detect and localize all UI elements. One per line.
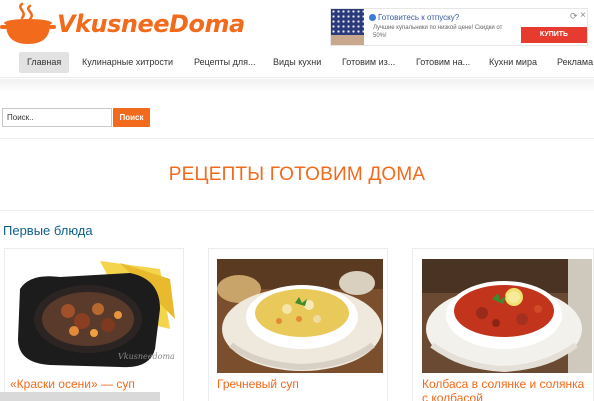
divider [0, 210, 594, 211]
nav-item-cooking-tips[interactable]: Кулинарные хитрости [82, 52, 173, 73]
ad-buy-button[interactable]: КУПИТЬ [521, 27, 587, 43]
svg-text:Vkusneedoma: Vkusneedoma [118, 352, 175, 361]
site-header: VkusneeDoma Готовитесь к отпуску? Лучшие… [0, 0, 594, 48]
site-logo[interactable]: VkusneeDoma [0, 0, 245, 48]
ad-title[interactable]: Готовитесь к отпуску? [369, 13, 459, 22]
nav-item-cook-on[interactable]: Готовим на... [416, 52, 470, 73]
recipe-card-title[interactable]: «Краски осени» — суп [10, 377, 180, 391]
ad-title-text: Готовитесь к отпуску? [378, 13, 460, 22]
ad-description: Лучшие купальники по низкой цене! Скидки… [373, 25, 503, 39]
info-icon [369, 14, 376, 21]
buckwheat-soup-image[interactable] [217, 259, 383, 373]
nav-item-cuisine-types[interactable]: Виды кухни [273, 52, 321, 73]
recipe-card-title[interactable]: Гречневый суп [217, 377, 387, 391]
page-title: РЕЦЕПТЫ ГОТОВИМ ДОМА [168, 164, 426, 185]
refresh-icon[interactable]: ⟳ [570, 11, 578, 22]
logo-text: VkusneeDoma [57, 10, 245, 38]
ad-banner[interactable]: Готовитесь к отпуску? Лучшие купальники … [330, 8, 588, 46]
solyanka-image[interactable] [422, 259, 592, 373]
nav-item-advertising[interactable]: Реклама [557, 52, 593, 73]
cooking-pot-icon [0, 2, 56, 44]
nav-item-world-cuisines[interactable]: Кухни мира [489, 52, 537, 73]
recipe-card[interactable]: Гречневый суп [208, 248, 388, 401]
soup-bowl-image[interactable]: Vkusneedoma [10, 259, 182, 373]
ad-image[interactable] [331, 9, 364, 45]
nav-item-home[interactable]: Главная [19, 52, 70, 73]
nav-item-cook-from[interactable]: Готовим из... [342, 52, 395, 73]
main-nav: Главная Кулинарные хитрости Рецепты для.… [0, 48, 594, 78]
recipe-card[interactable]: Vkusneedoma «Краски осени» — суп [4, 248, 184, 401]
section-title[interactable]: Первые блюда [3, 223, 93, 238]
bottom-scroll-overlay [0, 392, 160, 401]
recipe-card-title[interactable]: Колбаса в солянке и солянка с колбасой [422, 377, 592, 401]
divider [0, 138, 594, 139]
search-button[interactable]: Поиск [113, 108, 150, 127]
search-input[interactable] [2, 108, 112, 127]
nav-shadow-band [0, 79, 594, 93]
recipe-card[interactable]: Колбаса в солянке и солянка с колбасой [412, 248, 594, 401]
nav-item-recipes-for[interactable]: Рецепты для... [194, 52, 256, 73]
close-icon[interactable]: × [580, 10, 586, 21]
